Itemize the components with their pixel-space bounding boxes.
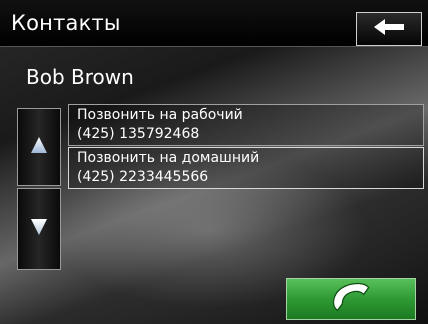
phone-number: (425) 135792468 xyxy=(77,126,200,142)
triangle-up-icon xyxy=(30,136,48,158)
phone-handset-icon xyxy=(328,282,374,316)
title-bar: Контакты xyxy=(0,0,428,47)
arrow-left-icon xyxy=(374,19,404,39)
contact-name: Bob Brown xyxy=(26,65,134,89)
scroll-up-button[interactable] xyxy=(17,108,61,186)
back-button[interactable] xyxy=(356,12,422,46)
phone-number: (425) 2233445566 xyxy=(77,169,209,185)
call-work-item[interactable]: Позвонить на рабочий (425) 135792468 xyxy=(68,104,424,146)
triangle-down-icon xyxy=(30,218,48,240)
action-label: Позвонить на домашний xyxy=(77,150,260,166)
call-button[interactable] xyxy=(286,278,416,320)
action-label: Позвонить на рабочий xyxy=(77,107,243,123)
contact-details-screen: Контакты Bob Brown Позвонить на рабочий … xyxy=(0,0,428,324)
call-home-item[interactable]: Позвонить на домашний (425) 2233445566 xyxy=(68,147,424,189)
scroll-down-button[interactable] xyxy=(17,188,61,270)
page-title: Контакты xyxy=(11,11,121,35)
